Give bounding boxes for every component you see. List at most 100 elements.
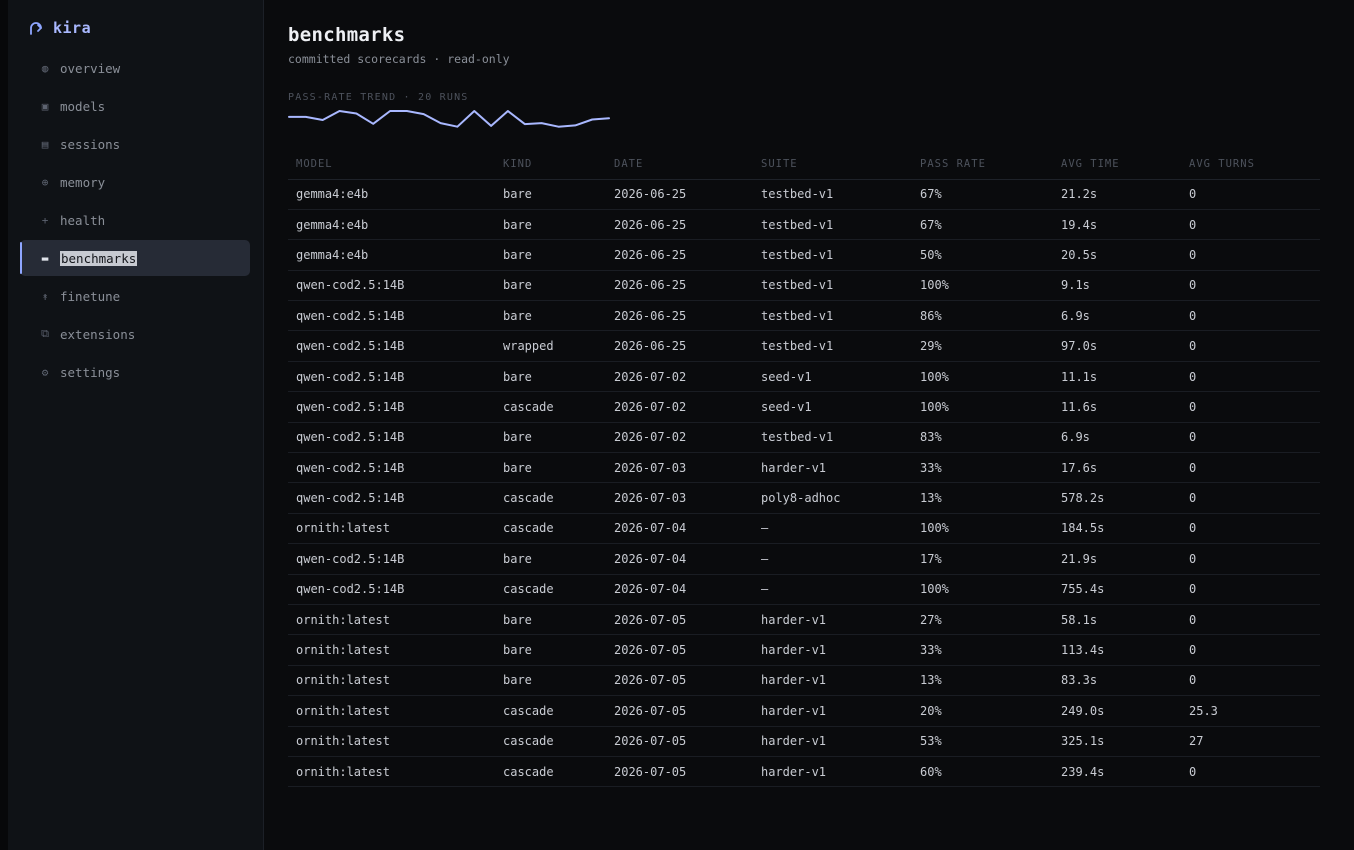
sidebar-item-label: health xyxy=(60,212,106,228)
globe-icon: ◍ xyxy=(41,61,49,75)
sidebar-item-overview[interactable]: ◍ overview xyxy=(20,50,250,86)
avg-time-cell: 325.1s xyxy=(1053,726,1181,757)
sidebar-item-label: finetune xyxy=(60,288,121,304)
suite-cell: — xyxy=(753,574,912,605)
column-header-avg-turns[interactable]: AVG TURNS xyxy=(1181,149,1320,180)
column-header-pass-rate[interactable]: PASS RATE xyxy=(912,149,1053,180)
sidebar-item-finetune[interactable]: ↟ finetune xyxy=(20,278,250,314)
pass-rate-cell: 100% xyxy=(912,391,1053,423)
kind-cell: cascade xyxy=(495,574,606,605)
avg-turns-cell: 0 xyxy=(1181,574,1320,605)
table-row[interactable]: qwen-cod2.5:14B bare 2026-07-03 harder-v1 33… xyxy=(288,452,1320,484)
table-row[interactable]: qwen-cod2.5:14B bare 2026-07-02 testbed-v1 8… xyxy=(288,422,1320,454)
list-icon: ▤ xyxy=(41,137,49,151)
table-row[interactable]: ornith:latest cascade 2026-07-05 harder-v1 6… xyxy=(288,756,1320,788)
avg-time-cell: 83.3s xyxy=(1053,665,1181,697)
table-row[interactable]: gemma4:e4b bare 2026-06-25 testbed-v1 50% 20.… xyxy=(288,239,1320,271)
kind-cell: bare xyxy=(495,300,606,332)
suite-cell: poly8-adhoc xyxy=(753,482,912,514)
avg-time-cell: 113.4s xyxy=(1053,634,1181,666)
table-row[interactable]: gemma4:e4b bare 2026-06-25 testbed-v1 67% 19.… xyxy=(288,209,1320,241)
table-row[interactable]: qwen-cod2.5:14B bare 2026-07-04—17% 21.9s 0 xyxy=(288,543,1320,575)
suite-cell: harder-v1 xyxy=(753,695,912,727)
table-row[interactable]: qwen-cod2.5:14B cascade 2026-07-02 seed-v1 1… xyxy=(288,391,1320,423)
kind-cell: bare xyxy=(495,452,606,484)
sidebar-item-memory[interactable]: ⊕ memory xyxy=(20,164,250,200)
avg-turns-cell: 0 xyxy=(1181,665,1320,697)
kind-cell: cascade xyxy=(495,482,606,514)
column-header-kind[interactable]: KIND xyxy=(495,149,606,180)
table-row[interactable]: qwen-cod2.5:14B cascade 2026-07-04—100% 755… xyxy=(288,574,1320,605)
model-cell: ornith:latest xyxy=(288,695,495,727)
date-cell: 2026-07-04 xyxy=(606,543,753,575)
pass-rate-cell: 67% xyxy=(912,179,1053,210)
suite-cell: harder-v1 xyxy=(753,634,912,666)
sidebar-item-settings[interactable]: ⚙ settings xyxy=(20,354,250,390)
sidebar-item-health[interactable]: + health xyxy=(20,202,250,238)
table-row[interactable]: gemma4:e4b bare 2026-06-25 testbed-v1 67% 21.… xyxy=(288,179,1320,210)
table-row[interactable]: ornith:latest cascade 2026-07-05 harder-v1 2… xyxy=(288,695,1320,727)
date-cell: 2026-07-05 xyxy=(606,604,753,636)
app-window: kira ◍ overview ▣ models ▤ sessions ⊕ memory + he… xyxy=(0,0,1354,850)
table-row[interactable]: ornith:latest cascade 2026-07-05 harder-v1 5… xyxy=(288,726,1320,757)
sidebar-item-sessions[interactable]: ▤ sessions xyxy=(20,126,250,162)
pass-rate-cell: 13% xyxy=(912,665,1053,697)
table-row[interactable]: ornith:latest bare 2026-07-05 harder-v1 27% 5… xyxy=(288,604,1320,636)
table-header-row: MODEL KIND DATE SUITE PASS RATE AVG TIME AVG T… xyxy=(288,149,1320,180)
table-row[interactable]: qwen-cod2.5:14B bare 2026-06-25 testbed-v1 8… xyxy=(288,300,1320,332)
pass-rate-trend-chart xyxy=(288,109,1330,131)
kind-cell: bare xyxy=(495,179,606,210)
sidebar-item-benchmarks[interactable]: ▬ benchmarks xyxy=(20,240,250,276)
model-cell: qwen-cod2.5:14B xyxy=(288,270,495,302)
avg-turns-cell: 0 xyxy=(1181,361,1320,393)
column-header-model[interactable]: MODEL xyxy=(288,149,495,180)
column-header-avg-time[interactable]: AVG TIME xyxy=(1053,149,1181,180)
pass-rate-cell: 33% xyxy=(912,634,1053,666)
avg-turns-cell: 0 xyxy=(1181,391,1320,423)
suite-cell: harder-v1 xyxy=(753,726,912,757)
suite-cell: seed-v1 xyxy=(753,361,912,393)
circle-plus-icon: ⊕ xyxy=(41,175,49,189)
benchmarks-table: MODEL KIND DATE SUITE PASS RATE AVG TIME AVG T… xyxy=(288,149,1320,788)
table-row[interactable]: ornith:latest bare 2026-07-05 harder-v1 13% 8… xyxy=(288,665,1320,697)
pass-rate-cell: 20% xyxy=(912,695,1053,727)
column-header-date[interactable]: DATE xyxy=(606,149,753,180)
table-body: gemma4:e4b bare 2026-06-25 testbed-v1 67% 21.… xyxy=(288,179,1320,788)
date-cell: 2026-06-25 xyxy=(606,239,753,271)
avg-turns-cell: 0 xyxy=(1181,452,1320,484)
suite-cell: harder-v1 xyxy=(753,756,912,788)
avg-time-cell: 11.1s xyxy=(1053,361,1181,393)
avg-turns-cell: 0 xyxy=(1181,422,1320,454)
table-row[interactable]: qwen-cod2.5:14B wrapped 2026-06-25 testbed-… xyxy=(288,330,1320,362)
date-cell: 2026-07-02 xyxy=(606,361,753,393)
column-header-suite[interactable]: SUITE xyxy=(753,149,912,180)
bar-icon: ▬ xyxy=(41,251,49,265)
plus-icon: + xyxy=(41,213,49,227)
table-row[interactable]: ornith:latest cascade 2026-07-04—100% 184.5… xyxy=(288,513,1320,545)
avg-time-cell: 239.4s xyxy=(1053,756,1181,788)
avg-turns-cell: 0 xyxy=(1181,513,1320,545)
kind-cell: bare xyxy=(495,422,606,454)
sidebar-item-extensions[interactable]: ⧉ extensions xyxy=(20,316,250,352)
model-cell: qwen-cod2.5:14B xyxy=(288,422,495,454)
date-cell: 2026-07-04 xyxy=(606,513,753,545)
kind-cell: cascade xyxy=(495,726,606,757)
page-subtitle: committed scorecards · read-only xyxy=(288,52,510,66)
brand[interactable]: kira xyxy=(8,16,263,40)
table-row[interactable]: ornith:latest bare 2026-07-05 harder-v1 33% 1… xyxy=(288,634,1320,666)
sidebar-nav: ◍ overview ▣ models ▤ sessions ⊕ memory + health ▬… xyxy=(8,50,263,390)
table-row[interactable]: qwen-cod2.5:14B cascade 2026-07-03 poly8-ad… xyxy=(288,482,1320,514)
pass-rate-cell: 17% xyxy=(912,543,1053,575)
avg-time-cell: 20.5s xyxy=(1053,239,1181,271)
sidebar-item-models[interactable]: ▣ models xyxy=(20,88,250,124)
avg-turns-cell: 0 xyxy=(1181,179,1320,210)
model-cell: qwen-cod2.5:14B xyxy=(288,330,495,362)
date-cell: 2026-07-05 xyxy=(606,695,753,727)
pass-rate-cell: 33% xyxy=(912,452,1053,484)
table-row[interactable]: qwen-cod2.5:14B bare 2026-06-25 testbed-v1 1… xyxy=(288,270,1320,302)
model-cell: ornith:latest xyxy=(288,513,495,545)
kind-cell: bare xyxy=(495,543,606,575)
kind-cell: bare xyxy=(495,361,606,393)
pass-rate-cell: 13% xyxy=(912,482,1053,514)
table-row[interactable]: qwen-cod2.5:14B bare 2026-07-02 seed-v1 100%… xyxy=(288,361,1320,393)
